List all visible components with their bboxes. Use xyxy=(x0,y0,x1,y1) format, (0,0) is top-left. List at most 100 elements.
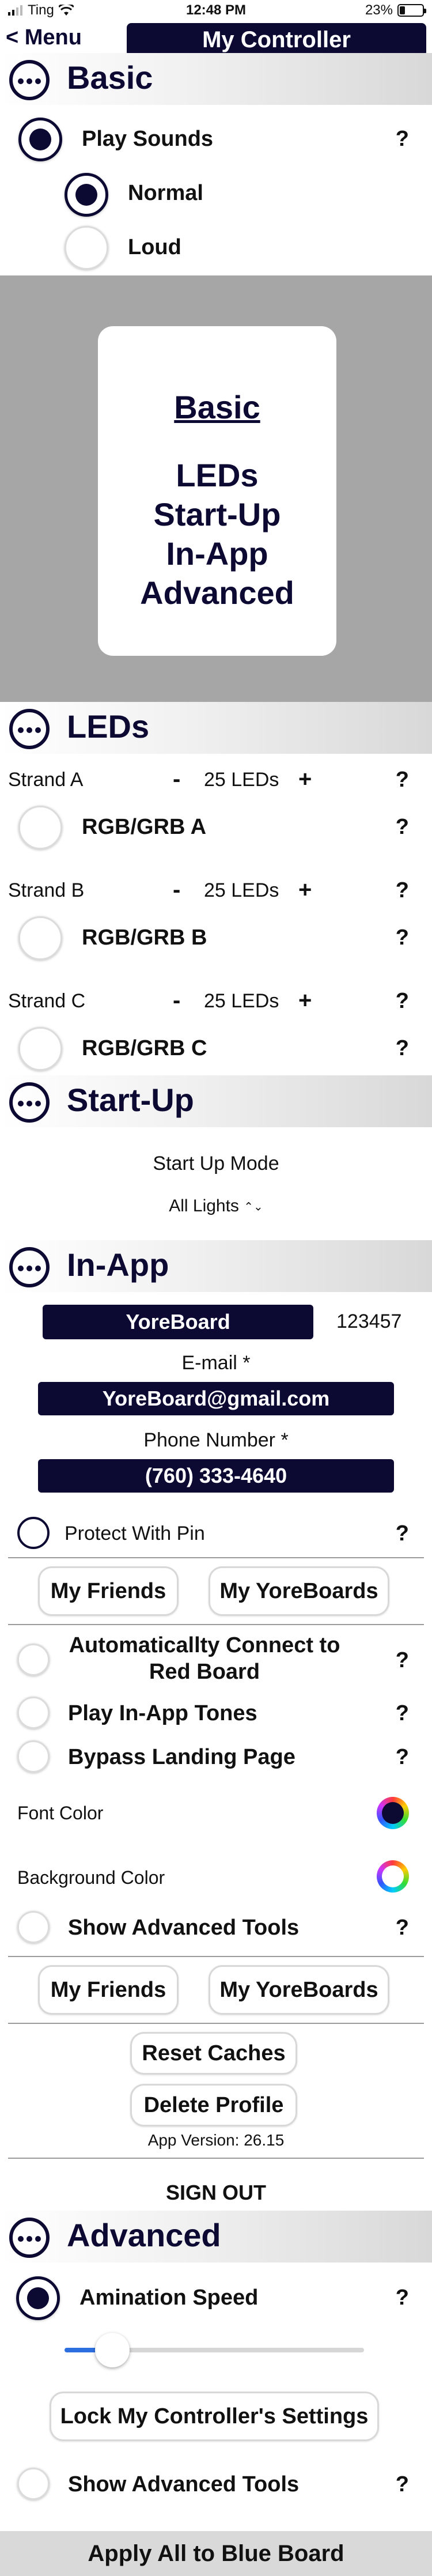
section-title-leds: LEDs xyxy=(67,708,150,745)
strand-c-label: Strand C xyxy=(8,990,86,1012)
strand-b-mode-radio[interactable] xyxy=(18,916,62,960)
apply-all-button[interactable]: Apply All to Blue Board xyxy=(0,2531,432,2576)
protect-pin-help-button[interactable]: ? xyxy=(396,1521,409,1546)
startup-mode-select[interactable]: All Lights ⌃⌄ xyxy=(0,1196,432,1216)
strand-b-help-button[interactable]: ? xyxy=(396,878,409,903)
menu-button[interactable]: < Menu xyxy=(6,25,82,50)
email-field[interactable]: YoreBoard@gmail.com xyxy=(38,1382,394,1415)
more-icon[interactable] xyxy=(9,1082,50,1123)
lock-settings-button[interactable]: Lock My Controller's Settings xyxy=(50,2392,379,2441)
strand-a-mode-radio[interactable] xyxy=(18,806,62,849)
bg-color-label: Background Color xyxy=(17,1867,165,1888)
section-banner: Basic LEDs Start-Up In-App Advanced xyxy=(0,275,432,702)
index-title-basic[interactable]: Basic xyxy=(98,388,336,426)
animation-speed-label: Amination Speed xyxy=(79,2286,259,2310)
bg-color-picker[interactable] xyxy=(377,1860,409,1893)
section-header-advanced[interactable]: Advanced xyxy=(0,2211,432,2263)
strand-a-help-button[interactable]: ? xyxy=(396,768,409,792)
strand-a-decrement-button[interactable]: - xyxy=(173,766,180,792)
startup-mode-label: Start Up Mode xyxy=(153,1153,279,1174)
play-tones-radio[interactable] xyxy=(17,1697,50,1729)
more-icon[interactable] xyxy=(9,1247,50,1287)
strand-a-mode-label: RGB/GRB A xyxy=(82,815,207,839)
sign-out-button[interactable]: SIGN OUT xyxy=(0,2181,432,2205)
divider xyxy=(8,2158,424,2159)
board-name-field[interactable]: YoreBoard xyxy=(43,1305,313,1339)
strand-c-decrement-button[interactable]: - xyxy=(173,988,180,1014)
section-title-advanced: Advanced xyxy=(67,2217,221,2253)
section-header-startup[interactable]: Start-Up xyxy=(0,1075,432,1127)
auto-connect-help-button[interactable]: ? xyxy=(396,1648,409,1673)
more-icon[interactable] xyxy=(9,709,50,749)
my-yoreboards-button-2[interactable]: My YoreBoards xyxy=(209,1965,389,2015)
more-icon[interactable] xyxy=(9,2218,50,2258)
divider xyxy=(8,2023,424,2024)
play-tones-help-button[interactable]: ? xyxy=(396,1701,409,1726)
delete-profile-button[interactable]: Delete Profile xyxy=(130,2084,297,2126)
play-sounds-label: Play Sounds xyxy=(82,127,214,151)
strand-c-help-button[interactable]: ? xyxy=(396,989,409,1014)
strand-a-count: 25 LEDs xyxy=(204,769,279,791)
page-title: My Controller xyxy=(127,23,426,56)
sound-loud-radio[interactable] xyxy=(65,226,108,270)
chevron-updown-icon: ⌃⌄ xyxy=(244,1200,263,1214)
font-color-label: Font Color xyxy=(17,1803,104,1823)
app-version: App Version: 26.15 xyxy=(147,2131,285,2149)
section-header-leds[interactable]: LEDs xyxy=(0,702,432,754)
play-tones-label: Play In-App Tones xyxy=(68,1701,257,1725)
bypass-help-button[interactable]: ? xyxy=(396,1745,409,1770)
show-tools-label: Show Advanced Tools xyxy=(68,1916,300,1940)
index-item-advanced[interactable]: Advanced xyxy=(98,573,336,613)
my-yoreboards-button[interactable]: My YoreBoards xyxy=(209,1566,389,1616)
section-header-basic[interactable]: Basic xyxy=(0,53,432,105)
more-icon[interactable] xyxy=(9,60,50,100)
my-friends-button-2[interactable]: My Friends xyxy=(38,1965,179,2015)
auto-connect-label: Automaticallty Connect to Red Board xyxy=(58,1632,351,1685)
strand-b-decrement-button[interactable]: - xyxy=(173,877,180,903)
strand-b-increment-button[interactable]: + xyxy=(298,877,312,903)
strand-c-mode-radio[interactable] xyxy=(18,1027,62,1071)
section-header-inapp[interactable]: In-App xyxy=(0,1240,432,1292)
bypass-radio[interactable] xyxy=(17,1740,50,1773)
phone-label: Phone Number * xyxy=(143,1429,289,1451)
strand-a-increment-button[interactable]: + xyxy=(298,766,312,792)
divider xyxy=(8,1956,424,1957)
battery-fill xyxy=(400,6,405,14)
animation-speed-slider[interactable] xyxy=(65,2333,364,2367)
section-title-startup: Start-Up xyxy=(67,1082,194,1118)
index-item-inapp[interactable]: In-App xyxy=(98,534,336,573)
divider xyxy=(8,1557,424,1558)
play-sounds-radio[interactable] xyxy=(18,118,62,161)
phone-field[interactable]: (760) 333-4640 xyxy=(38,1459,394,1493)
email-label: E-mail * xyxy=(181,1352,251,1374)
my-friends-button[interactable]: My Friends xyxy=(38,1566,179,1616)
animation-speed-radio[interactable] xyxy=(16,2276,60,2320)
show-tools-radio[interactable] xyxy=(17,1911,50,1943)
advanced-show-tools-help-button[interactable]: ? xyxy=(396,2472,409,2497)
show-tools-help-button[interactable]: ? xyxy=(396,1916,409,1940)
strand-b-mode-help-button[interactable]: ? xyxy=(396,926,409,950)
slider-thumb[interactable] xyxy=(95,2333,130,2367)
section-title-basic: Basic xyxy=(67,59,153,96)
reset-caches-button[interactable]: Reset Caches xyxy=(130,2032,297,2075)
index-item-startup[interactable]: Start-Up xyxy=(98,495,336,534)
strand-a-mode-help-button[interactable]: ? xyxy=(396,815,409,840)
auto-connect-radio[interactable] xyxy=(17,1644,50,1676)
sound-normal-radio[interactable] xyxy=(65,173,108,217)
strand-c-count: 25 LEDs xyxy=(204,990,279,1012)
advanced-show-tools-radio[interactable] xyxy=(17,2468,50,2500)
startup-mode-value: All Lights xyxy=(169,1196,239,1215)
protect-pin-radio[interactable] xyxy=(17,1517,50,1549)
animation-speed-help-button[interactable]: ? xyxy=(396,2286,409,2310)
bypass-label: Bypass Landing Page xyxy=(68,1745,295,1769)
battery-icon xyxy=(397,4,426,17)
strand-c-mode-help-button[interactable]: ? xyxy=(396,1036,409,1061)
sound-normal-label: Normal xyxy=(128,181,203,205)
battery-group: 23% xyxy=(365,2,426,18)
strand-c-increment-button[interactable]: + xyxy=(298,988,312,1014)
play-sounds-help-button[interactable]: ? xyxy=(396,127,409,152)
font-color-picker[interactable] xyxy=(377,1797,409,1829)
top-nav: < Menu My Controller xyxy=(0,23,432,56)
index-item-leds[interactable]: LEDs xyxy=(98,456,336,495)
divider xyxy=(8,1624,424,1625)
